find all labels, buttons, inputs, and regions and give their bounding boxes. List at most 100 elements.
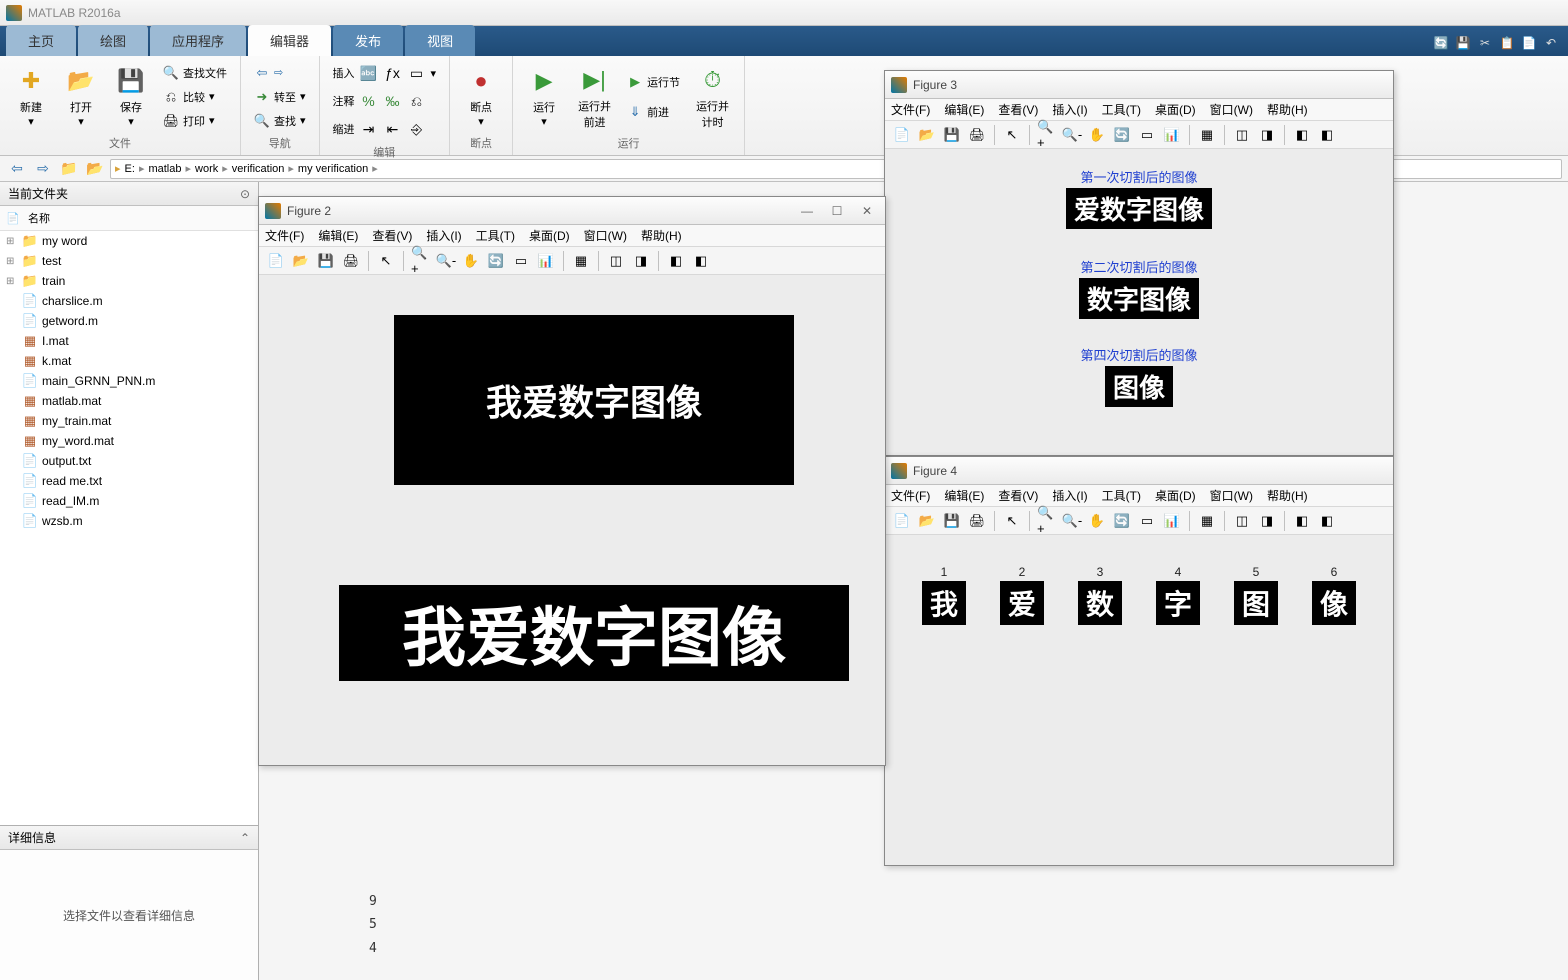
menu-item[interactable]: 工具(T)	[1102, 101, 1141, 118]
menu-item[interactable]: 编辑(E)	[318, 227, 358, 244]
detail-header[interactable]: 详细信息⌃	[0, 826, 258, 850]
undo-icon[interactable]: ↶	[1542, 34, 1560, 52]
tab-home[interactable]: 主页	[6, 25, 76, 56]
toolbar-button[interactable]: 🖨	[340, 250, 362, 272]
menu-item[interactable]: 查看(V)	[998, 101, 1038, 118]
figure4-menu[interactable]: 文件(F)编辑(E)查看(V)插入(I)工具(T)桌面(D)窗口(W)帮助(H)	[885, 485, 1393, 507]
list-item[interactable]: ⊞📁train	[0, 271, 258, 291]
menu-item[interactable]: 文件(F)	[265, 227, 304, 244]
compare-button[interactable]: ⎌比较 ▾	[158, 86, 232, 108]
toolbar-button[interactable]: 🔍-	[1061, 124, 1083, 146]
run-timer-button[interactable]: ⏱运行并计时	[689, 61, 736, 133]
browse-folder-button[interactable]: 📂	[84, 159, 106, 179]
new-button[interactable]: ✚新建▾	[8, 62, 54, 131]
menu-item[interactable]: 窗口(W)	[584, 227, 627, 244]
back-button[interactable]: ⇦	[6, 159, 28, 179]
cut-icon[interactable]: ✂	[1476, 34, 1494, 52]
run-advance-button[interactable]: ▶|运行并前进	[571, 61, 618, 133]
toolbar-button[interactable]: 🔍-	[435, 250, 457, 272]
figure2-toolbar[interactable]: 📄📂💾🖨↖🔍+🔍-✋🔄▭📊▦◫◨◧◧	[259, 247, 885, 275]
list-item[interactable]: ▦my_train.mat	[0, 411, 258, 431]
breakpoints-button[interactable]: ●断点▾	[458, 62, 504, 131]
file-list-header[interactable]: 📄 名称	[0, 206, 258, 231]
list-item[interactable]: ⊞📁test	[0, 251, 258, 271]
toolbar-button[interactable]: ◧	[665, 250, 687, 272]
toolbar-button[interactable]: 📊	[1161, 124, 1183, 146]
toolbar-button[interactable]: 📊	[1161, 510, 1183, 532]
list-item[interactable]: 📄charslice.m	[0, 291, 258, 311]
toolbar-button[interactable]: ▦	[1196, 510, 1218, 532]
toolbar-button[interactable]: ▭	[1136, 124, 1158, 146]
toolbar-button[interactable]: ◧	[1291, 124, 1313, 146]
file-list[interactable]: ⊞📁my word⊞📁test⊞📁train📄charslice.m📄getwo…	[0, 231, 258, 825]
menu-item[interactable]: 帮助(H)	[1267, 101, 1308, 118]
menu-item[interactable]: 编辑(E)	[944, 101, 984, 118]
toolbar-button[interactable]: 🖨	[966, 124, 988, 146]
toolbar-button[interactable]: ✋	[1086, 510, 1108, 532]
indent-button[interactable]: 缩进 ⇥⇤⎆	[328, 116, 442, 142]
figure3-window[interactable]: Figure 3 文件(F)编辑(E)查看(V)插入(I)工具(T)桌面(D)窗…	[884, 70, 1394, 456]
menu-item[interactable]: 插入(I)	[1052, 487, 1087, 504]
list-item[interactable]: ▦my_word.mat	[0, 431, 258, 451]
run-section-button[interactable]: ▶运行节	[622, 71, 685, 93]
list-item[interactable]: ▦k.mat	[0, 351, 258, 371]
menu-item[interactable]: 文件(F)	[891, 487, 930, 504]
menu-item[interactable]: 插入(I)	[426, 227, 461, 244]
toolbar-button[interactable]: ▭	[510, 250, 532, 272]
toolbar-button[interactable]: ✋	[1086, 124, 1108, 146]
find-button[interactable]: 🔍查找 ▾	[249, 110, 311, 132]
list-item[interactable]: 📄read me.txt	[0, 471, 258, 491]
toolbar-button[interactable]: 💾	[941, 124, 963, 146]
figure3-toolbar[interactable]: 📄📂💾🖨↖🔍+🔍-✋🔄▭📊▦◫◨◧◧	[885, 121, 1393, 149]
toolbar-button[interactable]: 📂	[916, 124, 938, 146]
forward-button[interactable]: ⇨	[32, 159, 54, 179]
open-button[interactable]: 📂打开▾	[58, 62, 104, 131]
toolbar-button[interactable]: ▦	[570, 250, 592, 272]
tab-publish[interactable]: 发布	[333, 25, 403, 56]
goto-button[interactable]: ⇦⇨	[249, 62, 311, 84]
print-button[interactable]: 🖨打印 ▾	[158, 110, 232, 132]
toolbar-button[interactable]: 🔄	[1111, 510, 1133, 532]
toolbar-button[interactable]: ◫	[1231, 510, 1253, 532]
list-item[interactable]: 📄getword.m	[0, 311, 258, 331]
menu-item[interactable]: 工具(T)	[476, 227, 515, 244]
menu-item[interactable]: 桌面(D)	[1155, 101, 1196, 118]
tab-plot[interactable]: 绘图	[78, 25, 148, 56]
sync-icon[interactable]: 🔄	[1432, 34, 1450, 52]
list-item[interactable]: 📄wzsb.m	[0, 511, 258, 531]
menu-item[interactable]: 工具(T)	[1102, 487, 1141, 504]
tab-view[interactable]: 视图	[405, 25, 475, 56]
toolbar-button[interactable]: ◧	[1316, 124, 1338, 146]
toolbar-button[interactable]: ✋	[460, 250, 482, 272]
toolbar-button[interactable]: 📄	[891, 124, 913, 146]
advance-button[interactable]: ⇓前进	[622, 101, 685, 123]
toolbar-button[interactable]: ◧	[690, 250, 712, 272]
toolbar-button[interactable]: 📂	[290, 250, 312, 272]
toolbar-button[interactable]: ◫	[605, 250, 627, 272]
list-item[interactable]: ▦matlab.mat	[0, 391, 258, 411]
paste-icon[interactable]: 📄	[1520, 34, 1538, 52]
find-files-button[interactable]: 🔍查找文件	[158, 62, 232, 84]
toolbar-button[interactable]: 💾	[315, 250, 337, 272]
figure3-menu[interactable]: 文件(F)编辑(E)查看(V)插入(I)工具(T)桌面(D)窗口(W)帮助(H)	[885, 99, 1393, 121]
save-icon[interactable]: 💾	[1454, 34, 1472, 52]
current-folder-header[interactable]: 当前文件夹⊙	[0, 182, 258, 206]
toolbar-button[interactable]: ▦	[1196, 124, 1218, 146]
collapse-icon[interactable]: ⊙	[240, 187, 250, 201]
list-item[interactable]: ▦I.mat	[0, 331, 258, 351]
copy-icon[interactable]: 📋	[1498, 34, 1516, 52]
figure2-window[interactable]: Figure 2 — ☐ ✕ 文件(F)编辑(E)查看(V)插入(I)工具(T)…	[258, 196, 886, 766]
menu-item[interactable]: 桌面(D)	[1155, 487, 1196, 504]
toolbar-button[interactable]: ◨	[1256, 510, 1278, 532]
tab-apps[interactable]: 应用程序	[150, 25, 246, 56]
figure2-menu[interactable]: 文件(F)编辑(E)查看(V)插入(I)工具(T)桌面(D)窗口(W)帮助(H)	[259, 225, 885, 247]
chevron-icon[interactable]: ⌃	[240, 831, 250, 845]
toolbar-button[interactable]: ◫	[1231, 124, 1253, 146]
toolbar-button[interactable]: 🔍+	[1036, 124, 1058, 146]
run-button[interactable]: ▶运行▾	[521, 62, 567, 131]
close-button[interactable]: ✕	[855, 201, 879, 221]
toolbar-button[interactable]: 📊	[535, 250, 557, 272]
list-item[interactable]: 📄output.txt	[0, 451, 258, 471]
toolbar-button[interactable]: 🔍+	[410, 250, 432, 272]
minimize-button[interactable]: —	[795, 201, 819, 221]
